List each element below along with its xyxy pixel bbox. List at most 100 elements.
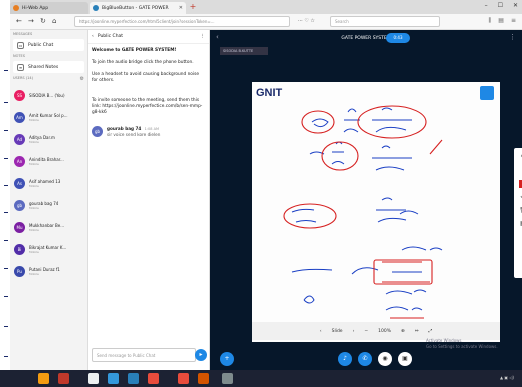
settings-gear-icon[interactable]: ⚙: [80, 76, 84, 82]
fit-width-icon[interactable]: ⇔: [415, 329, 419, 334]
zoom-in-icon[interactable]: ⊕: [401, 329, 405, 334]
close-window-icon[interactable]: ✕: [513, 2, 518, 9]
ink-strokes-red: [283, 105, 443, 319]
user-device: Mobile: [29, 205, 39, 210]
avatar: Mu: [14, 221, 25, 233]
powerpoint-icon[interactable]: [198, 373, 209, 384]
page-actions-icon[interactable]: ··· ♡ ☆: [298, 18, 315, 24]
user-device: Mobile: [29, 183, 39, 188]
sidebar-item-public-chat[interactable]: ▭ Public Chat: [13, 39, 84, 51]
invite-text: To invite someone to the meeting, send t…: [92, 98, 203, 115]
welcome-audio-text: To join the audio bridge click the phone…: [92, 60, 194, 65]
forward-arrow-icon[interactable]: →: [28, 17, 34, 25]
message-author: gourab bag 74: [107, 126, 142, 131]
search-input[interactable]: Search: [330, 16, 440, 27]
user-name: Amit Kumar Sol p...: [29, 112, 68, 118]
message-text: sir voice send kore dielen: [107, 132, 161, 137]
handwritten-annotations: GNIT: [256, 86, 494, 319]
presenter-label: SISODIA B.KUTTE: [220, 47, 268, 55]
notes-icon: ≡: [17, 63, 24, 71]
avatar: An: [14, 155, 25, 167]
next-slide-icon[interactable]: ›: [353, 329, 355, 334]
chat-message: gb gourab bag 74 1:08 AM sir voice send …: [92, 126, 205, 138]
welcome-headset-text: Use a headset to avoid causing backgroun…: [92, 72, 200, 83]
sidebar-icon[interactable]: ▤: [498, 17, 504, 25]
microphone-icon[interactable]: ♪: [338, 352, 352, 366]
chat-pane: ‹ Public Chat ⋮ Welcome to GATE POWER SY…: [88, 30, 210, 370]
avatar: Bi: [14, 243, 25, 255]
sidebar-item-shared-notes[interactable]: ≡ Shared Notes: [13, 61, 84, 73]
user-device: Mobile: [29, 139, 39, 144]
chevron-left-icon[interactable]: ‹: [92, 34, 94, 39]
presentation-header: ‹ GATE POWER SYSTEM 0:43 ⋮: [210, 30, 522, 46]
user-list-item[interactable]: Mu Mukkhanbar Be... Mobile: [10, 216, 87, 238]
prev-slide-icon[interactable]: ‹: [320, 329, 322, 334]
chat-title: Public Chat: [97, 34, 124, 39]
start-icon[interactable]: [38, 373, 49, 384]
browser-nav-bar: ← → ↻ ⌂ https://joonline.myperfectice.co…: [10, 14, 522, 30]
browser-tab-hiweb[interactable]: Hi-Web App: [10, 2, 88, 14]
fullscreen-icon[interactable]: ⤢: [429, 328, 433, 334]
user-name: Putani Duraz f1: [29, 266, 60, 272]
user-list-item[interactable]: Pu Putani Duraz f1 Mobile: [10, 260, 87, 282]
library-icon[interactable]: ⫼: [489, 17, 492, 25]
sidebar-item-label: Shared Notes: [28, 64, 59, 70]
send-icon[interactable]: ▸: [195, 349, 207, 361]
user-list-pane: MESSAGES ▭ Public Chat NOTES ≡ Shared No…: [10, 30, 88, 370]
user-list-item[interactable]: SS SISODIA B... (You): [10, 84, 87, 106]
screen-share-icon[interactable]: ▣: [398, 352, 412, 366]
chat-input[interactable]: Send message to Public Chat: [92, 348, 196, 362]
app-icon[interactable]: [58, 373, 69, 384]
home-icon[interactable]: ⌂: [52, 17, 56, 25]
more-options-icon[interactable]: ⋮: [201, 34, 206, 39]
minimize-icon[interactable]: –: [485, 2, 488, 9]
user-name: Mukkhanbar Be...: [29, 222, 65, 228]
zoom-out-icon[interactable]: −: [364, 329, 368, 334]
user-list-item[interactable]: Am Amit Kumar Sol p... Mobile: [10, 106, 87, 128]
user-list: SS SISODIA B... (You) Am Amit Kumar Sol p..…: [10, 84, 87, 282]
user-list-item[interactable]: Ad Aditya Dar.m Mobile: [10, 128, 87, 150]
annotation-toolbar: ✎ • ↶ 🗑 ▦: [514, 148, 522, 278]
camera-icon[interactable]: ◉: [378, 352, 392, 366]
menu-icon[interactable]: ≡: [511, 17, 516, 25]
slide-select[interactable]: Slide: [332, 329, 343, 334]
windows-taskbar: ▲ ▣ ◁): [0, 370, 522, 387]
word-icon[interactable]: [128, 373, 139, 384]
user-list-item[interactable]: Bi Bikrajat Kumar K... Mobile: [10, 238, 87, 260]
presentation-area: ‹ GATE POWER SYSTEM 0:43 ⋮ SISODIA B.KUT…: [210, 30, 522, 370]
user-name: SISODIA B... (You): [29, 92, 65, 98]
user-list-item[interactable]: As Asif ahamed 13 Mobile: [10, 172, 87, 194]
back-arrow-icon[interactable]: ‹: [216, 33, 219, 41]
more-options-icon[interactable]: ⋮: [509, 33, 516, 41]
sidebar-item-label: Public Chat: [28, 42, 54, 48]
user-device: Mobile: [29, 249, 39, 254]
notes-heading: NOTES: [13, 54, 25, 58]
ink-strokes-blue: [291, 107, 443, 311]
media-icon[interactable]: [222, 373, 233, 384]
reload-icon[interactable]: ↻: [40, 17, 46, 25]
browser-tab-bbb[interactable]: BigBlueButton - GATE POWER ✕: [90, 2, 186, 14]
browser-icon[interactable]: [88, 373, 99, 384]
back-arrow-icon[interactable]: ←: [16, 17, 22, 25]
close-icon[interactable]: ✕: [179, 5, 183, 11]
system-tray: ▲ ▣ ◁): [499, 375, 514, 380]
avatar: Pu: [14, 265, 25, 277]
user-list-item[interactable]: An Anindita Brahar... Mobile: [10, 150, 87, 172]
phone-icon[interactable]: ✆: [358, 352, 372, 366]
record-button[interactable]: 0:43: [386, 33, 410, 43]
slide-canvas[interactable]: GNIT: [252, 82, 500, 342]
acrobat-icon[interactable]: [178, 373, 189, 384]
user-name: gourab bag 74: [29, 200, 59, 206]
url-bar[interactable]: https://joonline.myperfectice.com/html5c…: [74, 16, 290, 27]
window-controls: – ☐ ✕: [485, 2, 518, 9]
user-name: Anindita Brahar...: [29, 156, 64, 162]
actions-plus-icon[interactable]: +: [220, 352, 234, 366]
user-list-item[interactable]: gb gourab bag 74 Mobile: [10, 194, 87, 216]
user-device: Mobile: [29, 117, 39, 122]
pdf-icon[interactable]: [148, 373, 159, 384]
explorer-icon[interactable]: [108, 373, 119, 384]
new-tab-icon[interactable]: +: [188, 2, 198, 12]
slide-minimize-icon[interactable]: [480, 86, 494, 100]
avatar: Ad: [14, 133, 25, 145]
maximize-icon[interactable]: ☐: [498, 2, 503, 9]
